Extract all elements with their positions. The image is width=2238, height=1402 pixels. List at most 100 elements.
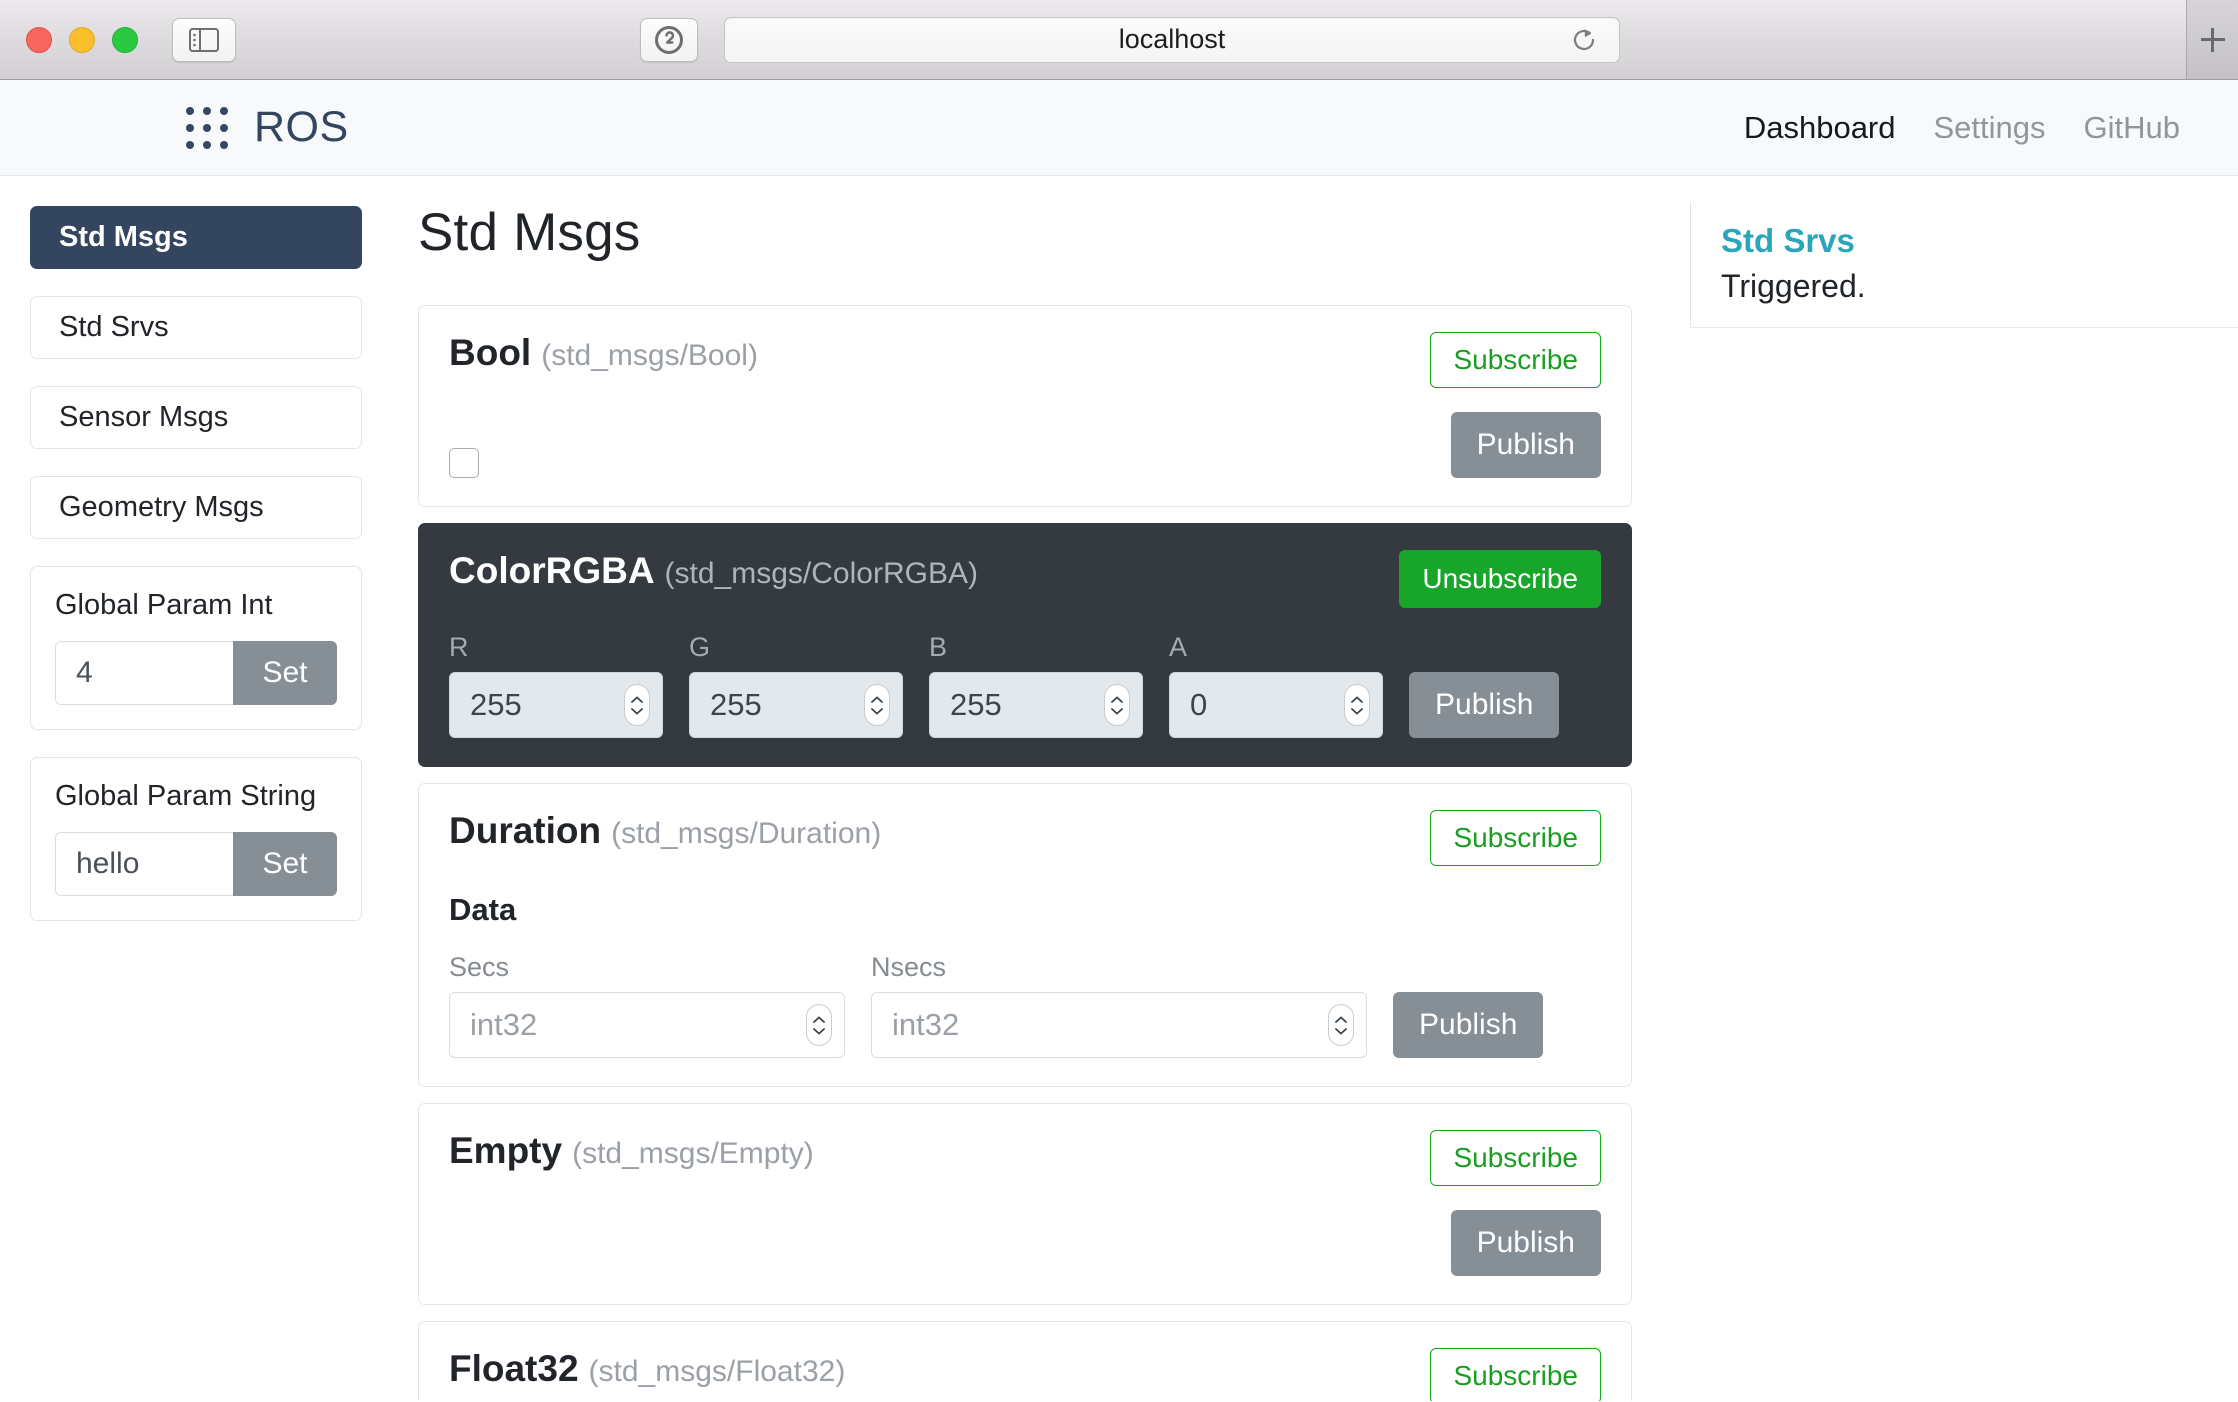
subscribe-button-float32[interactable]: Subscribe bbox=[1430, 1348, 1601, 1401]
message-type-colorrgba: (std_msgs/ColorRGBA) bbox=[665, 557, 978, 590]
colorrgba-input-wrap-a bbox=[1169, 672, 1383, 738]
publish-button-empty[interactable]: Publish bbox=[1451, 1210, 1601, 1276]
plus-icon-vertical bbox=[2211, 28, 2214, 52]
message-name-colorrgba: ColorRGBA bbox=[449, 550, 655, 591]
sidebar-item-std-srvs[interactable]: Std Srvs bbox=[30, 296, 362, 359]
toast-std-srvs[interactable]: Std Srvs Triggered. bbox=[1690, 202, 2238, 328]
subscribe-button-empty[interactable]: Subscribe bbox=[1430, 1130, 1601, 1186]
colorrgba-input-wrap-r bbox=[449, 672, 663, 738]
colorrgba-stepper-b[interactable] bbox=[1104, 684, 1130, 726]
browser-chrome: localhost bbox=[0, 0, 2238, 80]
sidebar-toggle-button[interactable] bbox=[172, 18, 236, 62]
duration-stepper-nsecs[interactable] bbox=[1328, 1004, 1354, 1046]
colorrgba-field-r: R bbox=[449, 632, 663, 738]
close-window-button[interactable] bbox=[26, 27, 52, 53]
colorrgba-stepper-r[interactable] bbox=[624, 684, 650, 726]
global-param-string-input[interactable] bbox=[55, 832, 233, 896]
colorrgba-input-wrap-b bbox=[929, 672, 1143, 738]
chevron-up-icon bbox=[1335, 1016, 1347, 1023]
message-card-empty-body: Publish bbox=[449, 1210, 1601, 1276]
duration-field-secs: Secs bbox=[449, 952, 845, 1058]
notification-panel: Std Srvs Triggered. bbox=[1690, 176, 2238, 1401]
window-traffic-lights bbox=[26, 27, 138, 53]
message-card-empty: Empty (std_msgs/Empty) Subscribe Publish bbox=[418, 1103, 1632, 1305]
message-card-duration-header: Duration (std_msgs/Duration) Subscribe bbox=[449, 810, 1601, 866]
subscribe-button-duration[interactable]: Subscribe bbox=[1430, 810, 1601, 866]
colorrgba-field-a: A bbox=[1169, 632, 1383, 738]
reload-icon[interactable] bbox=[1571, 27, 1597, 53]
colorrgba-stepper-a[interactable] bbox=[1344, 684, 1370, 726]
duration-input-wrap-nsecs bbox=[871, 992, 1367, 1058]
global-param-string-title: Global Param String bbox=[55, 780, 337, 813]
chevron-up-icon bbox=[813, 1016, 825, 1023]
privacy-report-button[interactable] bbox=[640, 18, 698, 62]
global-param-string-card: Global Param String Set bbox=[30, 757, 362, 921]
chevron-down-icon bbox=[813, 1028, 825, 1035]
duration-stepper-secs[interactable] bbox=[806, 1004, 832, 1046]
dot-grid-icon bbox=[186, 107, 228, 149]
message-name-float32: Float32 bbox=[449, 1348, 579, 1389]
chevron-down-icon bbox=[1335, 1028, 1347, 1035]
address-bar[interactable]: localhost bbox=[724, 17, 1620, 63]
chevron-up-icon bbox=[631, 696, 643, 703]
global-param-string-set-button[interactable]: Set bbox=[233, 832, 337, 896]
brand-name: ROS bbox=[254, 103, 349, 152]
maximize-window-button[interactable] bbox=[112, 27, 138, 53]
chevron-down-icon bbox=[1111, 708, 1123, 715]
privacy-report-icon bbox=[654, 25, 684, 55]
chevron-up-icon bbox=[871, 696, 883, 703]
message-card-bool-heading: Bool(std_msgs/Bool) bbox=[449, 332, 758, 374]
duration-field-nsecs: Nsecs bbox=[871, 952, 1367, 1058]
message-card-colorrgba-body: R G bbox=[449, 632, 1601, 738]
duration-input-secs[interactable] bbox=[449, 992, 845, 1058]
nav-link-github[interactable]: GitHub bbox=[2084, 110, 2180, 146]
sidebar: Std Msgs Std Srvs Sensor Msgs Geometry M… bbox=[0, 176, 390, 1401]
message-name-empty: Empty bbox=[449, 1130, 562, 1171]
global-param-int-set-button[interactable]: Set bbox=[233, 641, 337, 705]
minimize-window-button[interactable] bbox=[69, 27, 95, 53]
sidebar-item-std-msgs[interactable]: Std Msgs bbox=[30, 206, 362, 269]
subscribe-button-bool[interactable]: Subscribe bbox=[1430, 332, 1601, 388]
global-param-int-title: Global Param Int bbox=[55, 589, 337, 622]
sidebar-item-sensor-msgs[interactable]: Sensor Msgs bbox=[30, 386, 362, 449]
page-body: Std Msgs Std Srvs Sensor Msgs Geometry M… bbox=[0, 176, 2238, 1401]
message-card-float32-header: Float32(std_msgs/Float32) Subscribe bbox=[449, 1348, 1601, 1401]
chevron-down-icon bbox=[1351, 708, 1363, 715]
message-type-duration: (std_msgs/Duration) bbox=[611, 817, 881, 850]
message-card-colorrgba: ColorRGBA (std_msgs/ColorRGBA) Unsubscrib… bbox=[418, 523, 1632, 767]
new-tab-button[interactable] bbox=[2186, 0, 2238, 79]
unsubscribe-button-colorrgba[interactable]: Unsubscribe bbox=[1399, 550, 1601, 608]
colorrgba-input-wrap-g bbox=[689, 672, 903, 738]
toast-body: Triggered. bbox=[1721, 268, 2212, 305]
colorrgba-label-b: B bbox=[929, 632, 1143, 663]
duration-input-nsecs[interactable] bbox=[871, 992, 1367, 1058]
publish-button-colorrgba[interactable]: Publish bbox=[1409, 672, 1559, 738]
publish-button-bool[interactable]: Publish bbox=[1451, 412, 1601, 478]
colorrgba-label-r: R bbox=[449, 632, 663, 663]
global-param-int-row: Set bbox=[55, 641, 337, 705]
chevron-down-icon bbox=[871, 708, 883, 715]
global-param-int-input[interactable] bbox=[55, 641, 233, 705]
publish-button-duration[interactable]: Publish bbox=[1393, 992, 1543, 1058]
url-text: localhost bbox=[1119, 24, 1226, 55]
message-type-empty: (std_msgs/Empty) bbox=[572, 1137, 814, 1170]
message-card-bool: Bool(std_msgs/Bool) Subscribe Publish bbox=[418, 305, 1632, 507]
message-card-duration: Duration(std_msgs/Duration) Subscribe Da… bbox=[418, 783, 1632, 1087]
message-name-duration: Duration bbox=[449, 810, 601, 851]
app-brand[interactable]: ROS bbox=[186, 103, 349, 152]
bool-data-checkbox[interactable] bbox=[449, 448, 479, 478]
sidebar-item-geometry-msgs[interactable]: Geometry Msgs bbox=[30, 476, 362, 539]
chevron-down-icon bbox=[631, 708, 643, 715]
duration-label-nsecs: Nsecs bbox=[871, 952, 1367, 983]
message-card-colorrgba-header: ColorRGBA (std_msgs/ColorRGBA) Unsubscrib… bbox=[449, 550, 1601, 608]
app-navbar: ROS Dashboard Settings GitHub bbox=[0, 80, 2238, 176]
colorrgba-label-g: G bbox=[689, 632, 903, 663]
duration-input-wrap-secs bbox=[449, 992, 845, 1058]
message-type-bool: (std_msgs/Bool) bbox=[541, 339, 758, 372]
message-card-bool-header: Bool(std_msgs/Bool) Subscribe bbox=[449, 332, 1601, 388]
sidebar-toggle-icon bbox=[189, 28, 219, 52]
colorrgba-stepper-g[interactable] bbox=[864, 684, 890, 726]
nav-link-dashboard[interactable]: Dashboard bbox=[1744, 110, 1896, 146]
message-card-colorrgba-heading: ColorRGBA (std_msgs/ColorRGBA) bbox=[449, 550, 978, 592]
nav-link-settings[interactable]: Settings bbox=[1934, 110, 2046, 146]
